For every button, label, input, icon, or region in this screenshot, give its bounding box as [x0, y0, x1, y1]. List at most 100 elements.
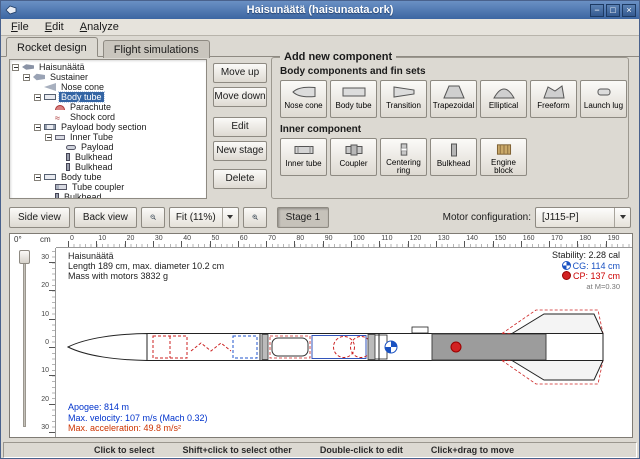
- zoom-in-button[interactable]: [243, 207, 267, 228]
- ruler-top-label: 50: [212, 235, 220, 242]
- bulkhead-icon: [441, 142, 467, 158]
- magnifier-minus-icon: [150, 210, 156, 224]
- expander-icon[interactable]: [23, 74, 30, 81]
- engine-block-icon: [491, 142, 517, 157]
- tree-item-payload[interactable]: Payload: [10, 142, 206, 152]
- ruler-top-label: 170: [551, 235, 563, 242]
- tree-item-nose-cone[interactable]: Nose cone: [10, 82, 206, 92]
- tree-item-payload-body-section[interactable]: Payload body section: [10, 122, 206, 132]
- titlebar: Haisunäätä (haisunaata.ork) − □ ×: [1, 1, 639, 19]
- app-window: Haisunäätä (haisunaata.ork) − □ × File E…: [0, 0, 640, 459]
- rocket-figure-canvas[interactable]: 0° cm 0102030405060708090100110120130140…: [9, 233, 633, 438]
- tree-item-inner-tube[interactable]: Inner Tube: [10, 132, 206, 142]
- hint-shift-click: Shift+click to select other: [183, 445, 292, 455]
- chevron-down-icon: [614, 208, 630, 227]
- nose-cone-icon: [291, 84, 317, 100]
- back-view-button[interactable]: Back view: [74, 207, 137, 228]
- ruler-top-label: 150: [495, 235, 507, 242]
- add-launch-lug-button[interactable]: Launch lug: [580, 80, 627, 118]
- motor-configuration-select[interactable]: [J115-P]: [535, 207, 631, 228]
- zoom-out-button[interactable]: [141, 207, 165, 228]
- maximize-button[interactable]: □: [606, 4, 620, 17]
- trapezoidal-fin-icon: [441, 84, 467, 100]
- tab-flight-simulations[interactable]: Flight simulations: [103, 40, 210, 58]
- freeform-fin-icon: [541, 84, 567, 100]
- body-components-row: Nose cone Body tube Transition Trapezoid…: [280, 80, 627, 118]
- ruler-top-label: 0: [70, 235, 74, 242]
- expander-icon[interactable]: [12, 64, 19, 71]
- stage-icon: [33, 73, 45, 81]
- tree-item-parachute[interactable]: Parachute: [10, 102, 206, 112]
- cg-value: CG: 114 cm: [573, 261, 620, 271]
- ruler-left-label: 20: [41, 396, 49, 403]
- add-inner-tube-button[interactable]: Inner tube: [280, 138, 327, 176]
- menu-file[interactable]: File: [3, 20, 37, 34]
- move-up-button[interactable]: Move up: [213, 63, 267, 83]
- expander-icon[interactable]: [34, 124, 41, 131]
- tree-item-shock-cord[interactable]: Shock cord: [10, 112, 206, 122]
- menu-edit[interactable]: Edit: [37, 20, 72, 34]
- body-tube-icon: [44, 94, 56, 100]
- centering-ring-icon: [391, 142, 417, 157]
- zoom-select[interactable]: Fit (11%): [169, 207, 239, 228]
- tree-item-rocket[interactable]: Haisunäätä: [10, 62, 206, 72]
- add-body-tube-button[interactable]: Body tube: [330, 80, 377, 118]
- inner-component-label: Inner component: [280, 124, 361, 135]
- chevron-down-icon: [222, 208, 238, 227]
- tree-item-sustainer[interactable]: Sustainer: [10, 72, 206, 82]
- tree-item-bulkhead[interactable]: Bulkhead: [10, 162, 206, 172]
- add-bulkhead-button[interactable]: Bulkhead: [430, 138, 477, 176]
- tree-item-body-tube[interactable]: Body tube: [10, 92, 206, 102]
- add-centering-ring-button[interactable]: Centering ring: [380, 138, 427, 176]
- add-freeform-fin-button[interactable]: Freeform: [530, 80, 577, 118]
- minimize-button[interactable]: −: [590, 4, 604, 17]
- tree-item-bulkhead[interactable]: Bulkhead: [10, 192, 206, 199]
- inner-tube-icon: [55, 135, 65, 140]
- delete-button[interactable]: Delete: [213, 169, 267, 189]
- stability-value: Stability: 2.28 cal: [552, 251, 620, 261]
- side-view-button[interactable]: Side view: [9, 207, 70, 228]
- add-coupler-button[interactable]: Coupler: [330, 138, 377, 176]
- rotation-slider-track: [23, 252, 26, 427]
- window-title: Haisunäätä (haisunaata.ork): [1, 4, 639, 16]
- group-title: Add new component: [280, 51, 396, 63]
- mach-value: at M=0.30: [552, 282, 620, 292]
- rotation-value: 0°: [14, 235, 22, 244]
- add-engine-block-button[interactable]: Engine block: [480, 138, 527, 176]
- unit-label: cm: [40, 235, 51, 244]
- tab-rocket-design[interactable]: Rocket design: [6, 37, 98, 57]
- move-down-button[interactable]: Move down: [213, 87, 267, 107]
- fin-bottom-shape: [512, 361, 603, 381]
- add-elliptical-fin-button[interactable]: Elliptical: [480, 80, 527, 118]
- close-button[interactable]: ×: [622, 4, 636, 17]
- edit-button[interactable]: Edit: [213, 117, 267, 137]
- expander-icon[interactable]: [45, 134, 52, 141]
- menu-analyze[interactable]: Analyze: [72, 20, 127, 34]
- expander-icon[interactable]: [34, 94, 41, 101]
- tree-item-bulkhead[interactable]: Bulkhead: [10, 152, 206, 162]
- expander-icon[interactable]: [34, 174, 41, 181]
- cp-value: CP: 137 cm: [573, 271, 620, 281]
- max-velocity-value: Max. velocity: 107 m/s (Mach 0.32): [68, 413, 208, 424]
- ruler-top-label: 30: [155, 235, 163, 242]
- ruler-top-label: 130: [438, 235, 450, 242]
- rotation-slider-handle[interactable]: [19, 250, 30, 264]
- add-trapezoidal-fin-button[interactable]: Trapezoidal: [430, 80, 477, 118]
- bulkhead-shape: [368, 335, 375, 360]
- coupler-icon: [341, 142, 367, 158]
- stage-1-toggle[interactable]: Stage 1: [277, 207, 329, 228]
- add-transition-button[interactable]: Transition: [380, 80, 427, 118]
- cg-icon: [562, 261, 571, 270]
- ruler-top-label: 120: [410, 235, 422, 242]
- tree-item-tube-coupler[interactable]: Tube coupler: [10, 182, 206, 192]
- tree-action-buttons: Move up Move down Edit New stage Delete: [213, 59, 269, 189]
- ruler-top-label: 160: [523, 235, 535, 242]
- flight-data-block: Apogee: 814 m Max. velocity: 107 m/s (Ma…: [68, 402, 208, 434]
- add-nose-cone-button[interactable]: Nose cone: [280, 80, 327, 118]
- hint-click-drag: Click+drag to move: [431, 445, 514, 455]
- inner-tube-icon: [291, 142, 317, 158]
- new-stage-button[interactable]: New stage: [213, 141, 267, 161]
- tree-item-body-tube-2[interactable]: Body tube: [10, 172, 206, 182]
- cp-marker: [451, 342, 461, 352]
- parachute-icon: [55, 105, 65, 110]
